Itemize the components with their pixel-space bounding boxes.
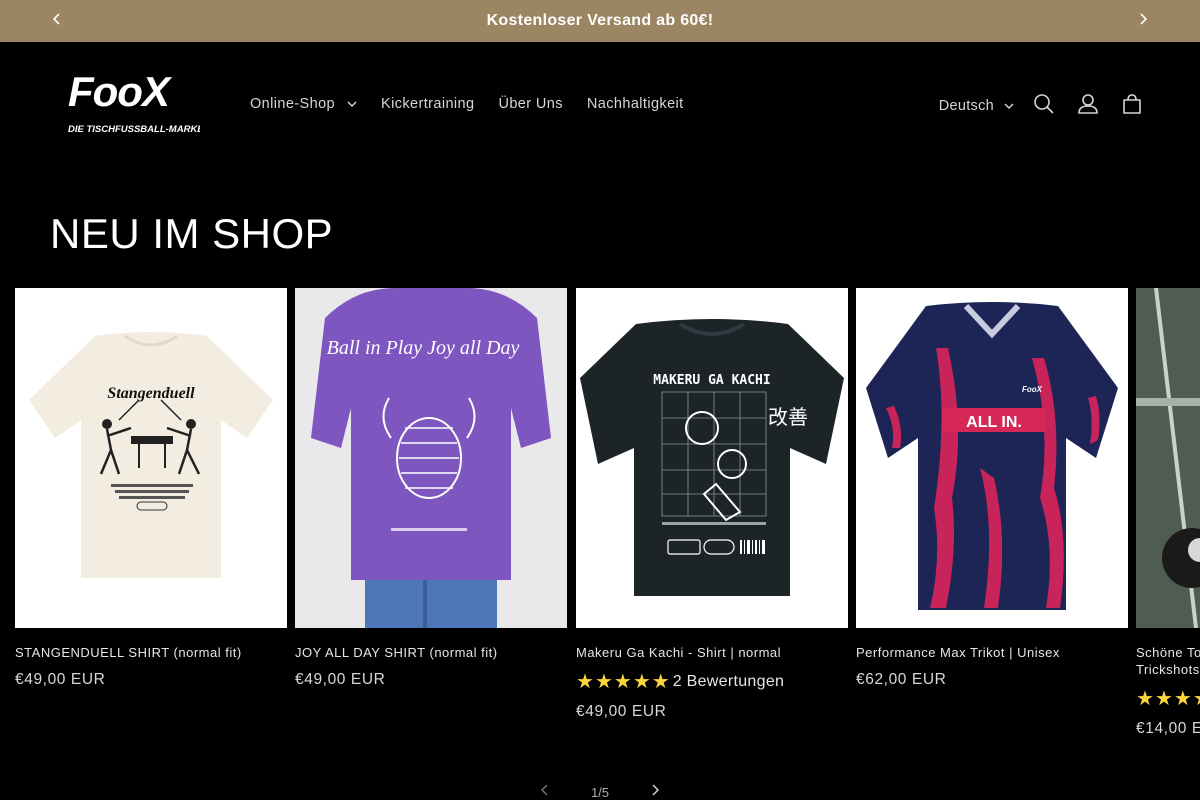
product-title[interactable]: Makeru Ga Kachi - Shirt | normal (576, 644, 848, 661)
chevron-right-icon (650, 783, 660, 800)
nav-item-label: Online-Shop (250, 96, 336, 112)
product-image[interactable]: ALL IN. FooX (856, 288, 1128, 628)
carousel-next-button[interactable] (650, 783, 660, 800)
product-image[interactable]: MAKERU GA KACHI 改善 (576, 288, 848, 628)
announcement-next-button[interactable] (1122, 0, 1164, 42)
print-title: ALL IN. (966, 414, 1022, 431)
product-card[interactable]: ALL IN. FooX Performance Max Trikot | Un… (856, 288, 1128, 689)
svg-text:FooX: FooX (68, 72, 173, 115)
product-image[interactable] (1136, 288, 1200, 628)
star-icon: ★ (651, 671, 670, 693)
star-icon: ★ (613, 671, 632, 693)
account-icon (1077, 93, 1099, 120)
account-button[interactable] (1066, 84, 1110, 128)
rating-count: 2 Bewertungen (672, 673, 785, 690)
product-title[interactable]: Performance Max Trikot | Unisex (856, 644, 1128, 661)
carousel-pager: 1/5 (540, 780, 660, 800)
chevron-down-icon (1004, 103, 1014, 109)
product-carousel: Stangenduell STANGENDUELL SHIRT (normal … (0, 288, 1200, 748)
print-title: MAKERU GA KACHI (653, 373, 770, 388)
product-price: €49,00 EUR (576, 703, 667, 720)
section-title: NEU IM SHOP (50, 210, 334, 257)
star-icon: ★ (1136, 688, 1154, 710)
brand-logo[interactable]: FooX DIE TISCHFUSSBALL-MARKE (66, 72, 200, 138)
product-title[interactable]: JOY ALL DAY SHIRT (normal fit) (295, 644, 567, 661)
nav-item-nachhaltigkeit[interactable]: Nachhaltigkeit (575, 92, 696, 116)
star-icon: ★ (632, 671, 651, 693)
svg-text:FooX: FooX (1022, 385, 1043, 394)
product-rating: ★ ★ ★ ★ ★ 2 Bewertungen (576, 671, 848, 693)
product-card[interactable]: Stangenduell STANGENDUELL SHIRT (normal … (15, 288, 287, 689)
language-label: Deutsch (938, 98, 994, 114)
print-title: Ball in Play Joy all Day (327, 337, 520, 359)
product-image[interactable]: Stangenduell (15, 288, 287, 628)
nav-item-online-shop[interactable]: Online-Shop (238, 92, 369, 116)
product-price: €49,00 EUR (295, 671, 386, 688)
nav-item-label: Nachhaltigkeit (586, 96, 684, 112)
product-price: €49,00 EUR (15, 671, 106, 688)
nav-item-label: Über Uns (498, 96, 563, 112)
product-card[interactable]: MAKERU GA KACHI 改善 Makeru Ga Kachi - Shi… (576, 288, 848, 721)
search-icon (1033, 93, 1055, 120)
chevron-left-icon (540, 783, 550, 800)
carousel-prev-button[interactable] (540, 783, 550, 800)
chevron-down-icon (347, 101, 357, 107)
product-price: €14,00 EU (1136, 720, 1200, 737)
product-card[interactable]: Ball in Play Joy all Day JOY ALL DAY SHI… (295, 288, 567, 689)
search-button[interactable] (1022, 84, 1066, 128)
star-icon: ★ (576, 671, 594, 693)
header-actions: Deutsch (939, 84, 1154, 128)
announcement-bar: Kostenloser Versand ab 60€! (0, 0, 1200, 42)
nav-item-ueber-uns[interactable]: Über Uns (486, 92, 574, 116)
cart-icon (1121, 93, 1143, 120)
nav-item-kickertraining[interactable]: Kickertraining (369, 92, 486, 116)
print-kanji: 改善 (768, 405, 808, 429)
announcement-text: Kostenloser Versand ab 60€! (486, 12, 714, 29)
product-title[interactable]: STANGENDUELL SHIRT (normal fit) (15, 644, 287, 661)
cart-button[interactable] (1110, 84, 1154, 128)
chevron-left-icon (52, 12, 62, 30)
product-title[interactable]: Schöne Tor Trickshots (1136, 644, 1200, 678)
star-icon: ★ (1154, 688, 1173, 710)
print-title: Stangenduell (107, 385, 195, 402)
star-icon: ★ (594, 671, 613, 693)
product-image[interactable]: Ball in Play Joy all Day (295, 288, 567, 628)
svg-text:DIE TISCHFUSSBALL-MARKE: DIE TISCHFUSSBALL-MARKE (68, 124, 200, 135)
chevron-right-icon (1138, 12, 1148, 30)
product-price: €62,00 EUR (856, 671, 947, 688)
language-selector[interactable]: Deutsch (939, 98, 1014, 114)
carousel-count: 1/5 (590, 784, 610, 800)
main-nav: Online-Shop Kickertraining Über Uns Nach… (238, 92, 696, 116)
star-icon: ★ (1173, 688, 1192, 710)
nav-item-label: Kickertraining (381, 96, 475, 112)
product-rating: ★ ★ ★ ★ ★ (1136, 688, 1200, 710)
product-card[interactable]: Schöne Tor Trickshots ★ ★ ★ ★ ★ €14,00 E… (1136, 288, 1200, 738)
star-icon: ★ (1193, 689, 1200, 709)
announcement-prev-button[interactable] (36, 0, 78, 42)
site-header: FooX DIE TISCHFUSSBALL-MARKE Online-Shop… (0, 42, 1200, 170)
